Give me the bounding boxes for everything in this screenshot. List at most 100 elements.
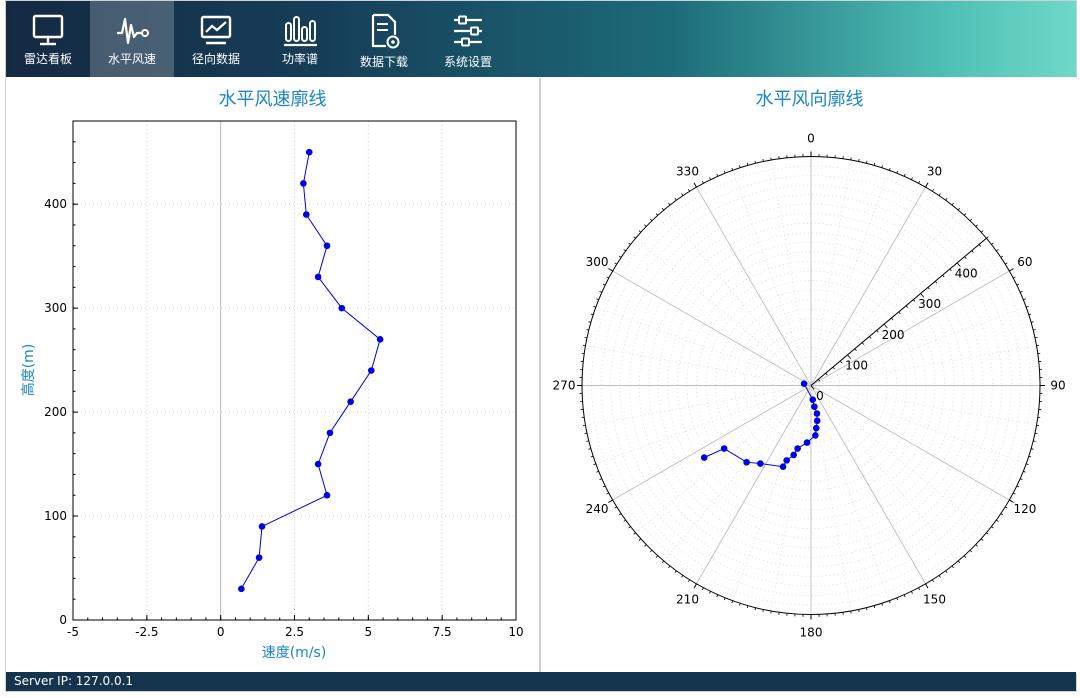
direction-data-point: [813, 410, 821, 417]
file-download-icon: [371, 13, 400, 49]
direction-data-point: [779, 463, 787, 470]
radial-tick-label: 300: [918, 297, 941, 311]
radial-tick: [942, 274, 945, 278]
radial-tick: [876, 330, 879, 333]
angle-tick-label: 150: [923, 592, 946, 606]
direction-profile-line: [703, 383, 818, 468]
speed-data-point: [314, 273, 322, 281]
tab-radar-dashboard[interactable]: 雷达看板: [6, 1, 90, 77]
status-bar: Server IP: 127.0.0.1: [6, 672, 1076, 691]
radial-tick: [978, 244, 982, 247]
y-tick-label: 300: [44, 301, 67, 315]
angle-tick-label: 300: [586, 255, 609, 269]
speed-data-point: [305, 148, 313, 156]
speed-data-point: [255, 554, 263, 561]
direction-data-point: [803, 439, 811, 446]
radial-tick: [927, 287, 930, 290]
tab-label: 径向数据: [191, 52, 240, 66]
angle-tick-label: 90: [1050, 379, 1065, 393]
direction-data-point: [720, 445, 728, 452]
angle-minor-gridline: [810, 306, 1027, 386]
line-chart-icon: [200, 15, 232, 45]
angle-tick-label: 120: [1013, 502, 1036, 516]
direction-data-point: [757, 460, 764, 467]
x-tick-label: 10: [508, 625, 523, 639]
tab-label: 数据下载: [359, 55, 408, 69]
angle-minor-gridline: [732, 385, 812, 601]
speed-data-point: [323, 491, 331, 499]
wind-direction-panel: 水平风向廓线 0 30 60 90 120 150 180 210 240 270 300 330 0 1…: [541, 78, 1078, 674]
tab-data-download[interactable]: 数据下载: [342, 1, 426, 77]
angle-tick-label: 60: [1017, 255, 1032, 269]
angle-minor-gridline: [810, 385, 1027, 465]
radial-tick: [934, 280, 938, 284]
radial-tick: [869, 336, 872, 339]
angle-minor-gridline: [595, 306, 812, 386]
radial-tick: [905, 305, 908, 308]
direction-data-point: [790, 451, 797, 459]
radial-tick: [971, 250, 974, 253]
angle-minor-gridline: [810, 385, 987, 534]
radial-tick: [898, 311, 901, 315]
radial-tick: [825, 372, 828, 376]
x-tick-label: -2.5: [135, 625, 158, 639]
x-tick-label: 5: [365, 625, 373, 639]
radial-tick-label: 200: [882, 328, 905, 342]
sliders-icon: [454, 15, 482, 47]
speed-data-point: [326, 429, 334, 437]
wind-speed-panel: 水平风速廓线 -5 -2.5 0 2.5 5 7.5 10 0 100 200 300 400 速度(…: [6, 78, 539, 674]
radial-tick: [949, 268, 952, 272]
speed-data-point: [323, 242, 331, 250]
speed-data-point: [303, 211, 310, 218]
monitor-icon: [32, 14, 64, 46]
wind-direction-chart: 0 30 60 90 120 150 180 210 240 270 300 330 0 100 200 30…: [553, 132, 1066, 640]
angle-minor-gridline: [810, 385, 959, 562]
speed-data-point: [367, 367, 375, 374]
direction-data-point: [813, 417, 821, 425]
angle-tick-label: 240: [586, 502, 609, 516]
speed-data-point: [338, 304, 346, 312]
angle-minor-gridline: [663, 385, 812, 562]
angle-minor-gridline: [635, 237, 812, 386]
angle-tick-label: 330: [676, 165, 699, 179]
angle-tick-label: 30: [927, 165, 942, 179]
x-tick-label: -5: [67, 625, 79, 639]
tab-power-spectrum[interactable]: 功率谱: [258, 1, 342, 77]
angle-tick-label: 180: [800, 626, 823, 640]
radial-tick: [964, 256, 967, 259]
tab-horizontal-wind-speed[interactable]: 水平风速: [90, 1, 174, 77]
direction-data-point: [812, 432, 819, 439]
x-tick-label: 7.5: [433, 625, 452, 639]
direction-data-point: [809, 396, 817, 404]
x-tick-label: 0: [217, 625, 225, 639]
server-ip-text: Server IP: 127.0.0.1: [14, 674, 134, 688]
tab-radial-data[interactable]: 径向数据: [174, 1, 258, 77]
radial-tick-label: 400: [955, 267, 978, 281]
radial-tick: [839, 360, 843, 364]
y-axis-label: 高度(m): [20, 344, 37, 397]
direction-data-point: [811, 403, 818, 411]
direction-data-point: [743, 458, 750, 466]
angle-minor-gridline: [732, 170, 812, 386]
waveform-icon: [117, 17, 149, 45]
speed-data-point: [314, 460, 322, 468]
top-toolbar: 雷达看板 水平风速 径向数据 功率谱 数据下载 系统设置: [6, 1, 1076, 77]
direction-data-point: [783, 457, 790, 464]
tab-label: 雷达看板: [23, 52, 72, 66]
speed-data-point: [258, 523, 266, 530]
speed-data-point: [238, 585, 245, 593]
x-axis-label: 速度(m/s): [262, 645, 327, 661]
wind-speed-chart: -5 -2.5 0 2.5 5 7.5 100100200300400 速度(m/s) 高度…: [20, 120, 524, 661]
angle-tick-label: 270: [553, 379, 576, 393]
radial-tick: [861, 342, 865, 345]
tab-system-settings[interactable]: 系统设置: [426, 1, 510, 77]
direction-data-point: [700, 454, 708, 461]
angle-minor-gridline: [595, 385, 812, 465]
radial-tick-label: 0: [816, 389, 824, 403]
radial-tick: [854, 348, 857, 351]
bar-spectrum-icon: [284, 16, 317, 47]
speed-data-point: [347, 398, 354, 405]
angle-tick-label: 210: [676, 592, 699, 606]
radial-tick: [832, 366, 835, 370]
y-tick-label: 200: [44, 405, 67, 419]
